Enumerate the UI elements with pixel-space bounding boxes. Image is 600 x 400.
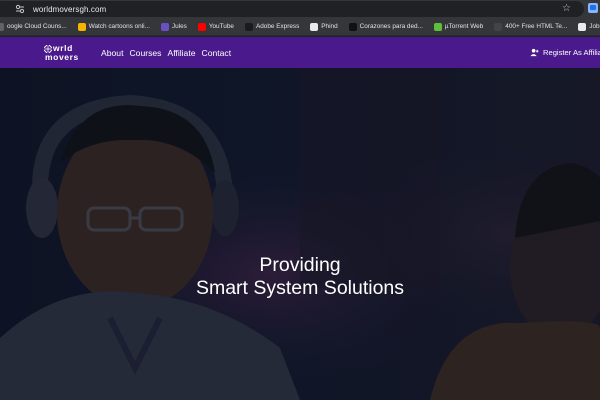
bookmark-label: Watch cartoons onli...: [88, 23, 150, 30]
register-affiliate-label: Register As Affiliate: [543, 48, 600, 57]
site-header: wrld movers About Courses Affiliate Cont…: [0, 37, 600, 68]
heart-icon: [348, 22, 357, 31]
url-text: worldmoversgh.com: [33, 4, 107, 14]
address-bar[interactable]: worldmoversgh.com ☆: [0, 1, 584, 17]
bookmark-label: YouTube: [208, 23, 234, 30]
nav-affiliate[interactable]: Affiliate: [167, 48, 195, 58]
cartoons-icon: [77, 22, 86, 31]
browser-toolbar: worldmoversgh.com ☆: [0, 0, 600, 18]
hero-section: Providing Smart System Solutions: [0, 68, 600, 400]
bookmark-star-icon[interactable]: ☆: [562, 3, 571, 15]
bookmark-label: Jobsinghana.com - J...: [589, 23, 600, 30]
hero-headline: Providing Smart System Solutions: [0, 254, 600, 300]
site-logo[interactable]: wrld movers: [44, 43, 88, 62]
main-nav: About Courses Affiliate Contact: [101, 37, 237, 68]
logo-text-bottom: movers: [45, 52, 79, 62]
youtube-icon: [197, 22, 206, 31]
bookmark-label: oogle Cloud Couns...: [7, 23, 67, 30]
bookmark-label: 400+ Free HTML Te...: [505, 23, 568, 30]
bookmark-item[interactable]: Adobe Express: [244, 22, 300, 31]
nav-courses[interactable]: Courses: [129, 48, 161, 58]
adobe-icon: [244, 22, 253, 31]
bookmark-label: Adobe Express: [255, 23, 300, 30]
utorrent-icon: [433, 22, 442, 31]
bookmark-label: Corazones para ded...: [359, 23, 423, 30]
nav-about[interactable]: About: [101, 48, 123, 58]
hero-overlay: [0, 68, 600, 400]
hero-headline-line2: Smart System Solutions: [195, 277, 405, 299]
bookmark-item[interactable]: µTorrent Web: [433, 22, 484, 31]
bookmark-item[interactable]: Phind: [310, 22, 338, 31]
site-settings-icon[interactable]: [13, 2, 27, 16]
phind-icon: [310, 22, 319, 31]
bookmark-label: Jules: [171, 23, 187, 30]
jobs-icon: [578, 22, 587, 31]
bookmark-item[interactable]: oogle Cloud Couns...: [0, 22, 67, 31]
extension-icon[interactable]: [588, 3, 598, 13]
nav-contact[interactable]: Contact: [202, 48, 232, 58]
bookmark-item[interactable]: Jobsinghana.com - J...: [578, 22, 600, 31]
bookmark-label: µTorrent Web: [444, 23, 484, 30]
bookmark-item[interactable]: YouTube: [197, 22, 234, 31]
bookmarks-bar: oogle Cloud Couns... Watch cartoons onli.…: [0, 18, 600, 36]
html-template-icon: [494, 22, 503, 31]
register-affiliate-button[interactable]: Register As Affiliate: [530, 37, 600, 68]
jules-icon: [160, 22, 169, 31]
bookmark-item[interactable]: Watch cartoons onli...: [77, 22, 150, 31]
bookmark-label: Phind: [321, 23, 338, 30]
bookmark-item[interactable]: Jules: [160, 22, 187, 31]
hero-headline-line1: Providing: [259, 254, 341, 276]
google-cloud-icon: [0, 22, 4, 31]
bookmark-item[interactable]: 400+ Free HTML Te...: [494, 22, 568, 31]
bookmark-item[interactable]: Corazones para ded...: [348, 22, 423, 31]
user-plus-icon: [530, 48, 539, 57]
